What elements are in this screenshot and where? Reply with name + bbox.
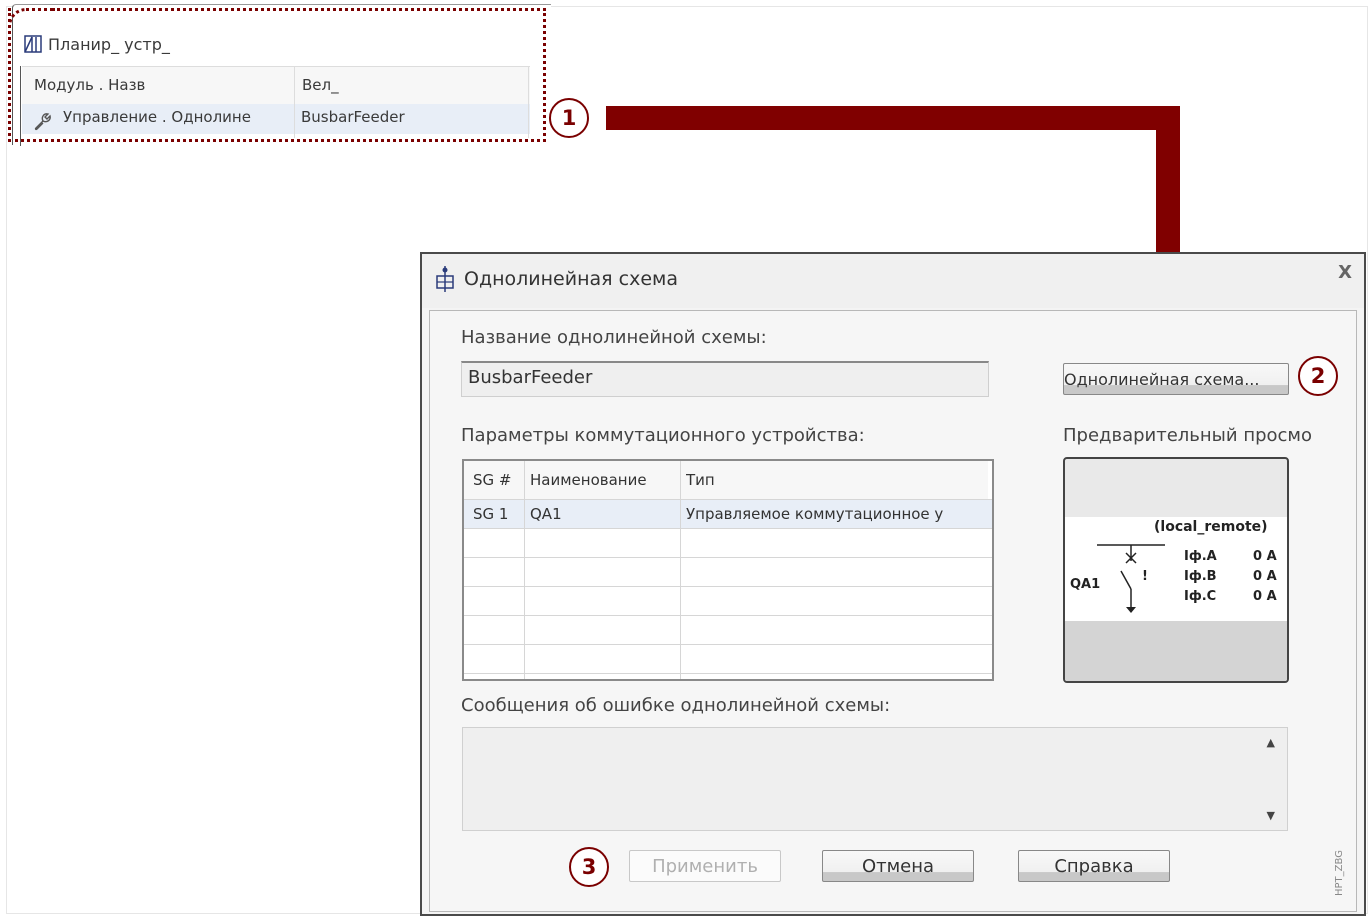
reading-value: 0 A [1253, 549, 1277, 564]
apply-button[interactable]: Применить [629, 850, 781, 882]
sld-dialog: Однолинейная схема X Название однолинейн… [420, 252, 1366, 916]
preview-device-name: QA1 [1070, 577, 1101, 592]
error-messages-box[interactable]: ▲ ▼ [462, 727, 1288, 831]
reading-value: 0 A [1253, 589, 1277, 604]
row-divider [464, 586, 992, 587]
cancel-button[interactable]: Отмена [822, 850, 974, 882]
col-name[interactable]: Наименование [530, 471, 647, 489]
preview-header: (local_remote) [1154, 519, 1268, 535]
col-divider [524, 461, 525, 679]
scroll-down-icon[interactable]: ▼ [1267, 809, 1275, 822]
reading-label: Iф.A [1184, 549, 1217, 564]
row-divider [464, 615, 992, 616]
sld-select-button[interactable]: Однолинейная схема... [1063, 363, 1289, 395]
col-sg-number[interactable]: SG # [473, 471, 511, 489]
col-divider [680, 461, 681, 679]
callout-badge: 3 [569, 847, 609, 887]
col-type[interactable]: Тип [686, 471, 715, 489]
single-line-diagram-icon [436, 266, 454, 292]
preview-footer [1065, 621, 1287, 681]
cell-name[interactable]: QA1 [530, 505, 562, 523]
row-divider [464, 528, 992, 529]
switchgear-table: SG # Наименование Тип SG 1 QA1 Управляем… [462, 459, 994, 681]
callout-badge: 1 [549, 98, 589, 138]
cell-type[interactable]: Управляемое коммутационное у [686, 505, 992, 523]
close-icon[interactable]: X [1338, 262, 1352, 283]
cell-sg-number[interactable]: SG 1 [473, 505, 508, 523]
sld-name-field[interactable]: BusbarFeeder [461, 361, 989, 397]
row-divider [464, 673, 992, 674]
row-divider [464, 499, 992, 500]
sld-name-label: Название однолинейной схемы: [461, 327, 767, 348]
preview-label: Предварительный просмо [1063, 425, 1313, 446]
sld-preview: (local_remote) QA1 ! Iф.A 0 A Iф.B 0 A I… [1063, 457, 1289, 683]
dialog-title: Однолинейная схема [464, 268, 678, 290]
reading-value: 0 A [1253, 569, 1277, 584]
error-messages-label: Сообщения об ошибке однолинейной схемы: [461, 695, 891, 716]
preview-warning: ! [1142, 569, 1148, 584]
pointer-arrow [606, 106, 1180, 130]
row-divider [464, 557, 992, 558]
callout-badge: 2 [1298, 356, 1338, 396]
switchgear-params-label: Параметры коммутационного устройства: [461, 425, 865, 446]
help-button[interactable]: Справка [1018, 850, 1170, 882]
highlight-frame [8, 8, 546, 142]
scroll-up-icon[interactable]: ▲ [1267, 736, 1275, 749]
row-divider [464, 644, 992, 645]
dialog-body: Название однолинейной схемы: BusbarFeede… [429, 310, 1357, 912]
reading-label: Iф.B [1184, 569, 1217, 584]
watermark: HPT_ZBG [1334, 850, 1345, 896]
reading-label: Iф.C [1184, 589, 1217, 604]
